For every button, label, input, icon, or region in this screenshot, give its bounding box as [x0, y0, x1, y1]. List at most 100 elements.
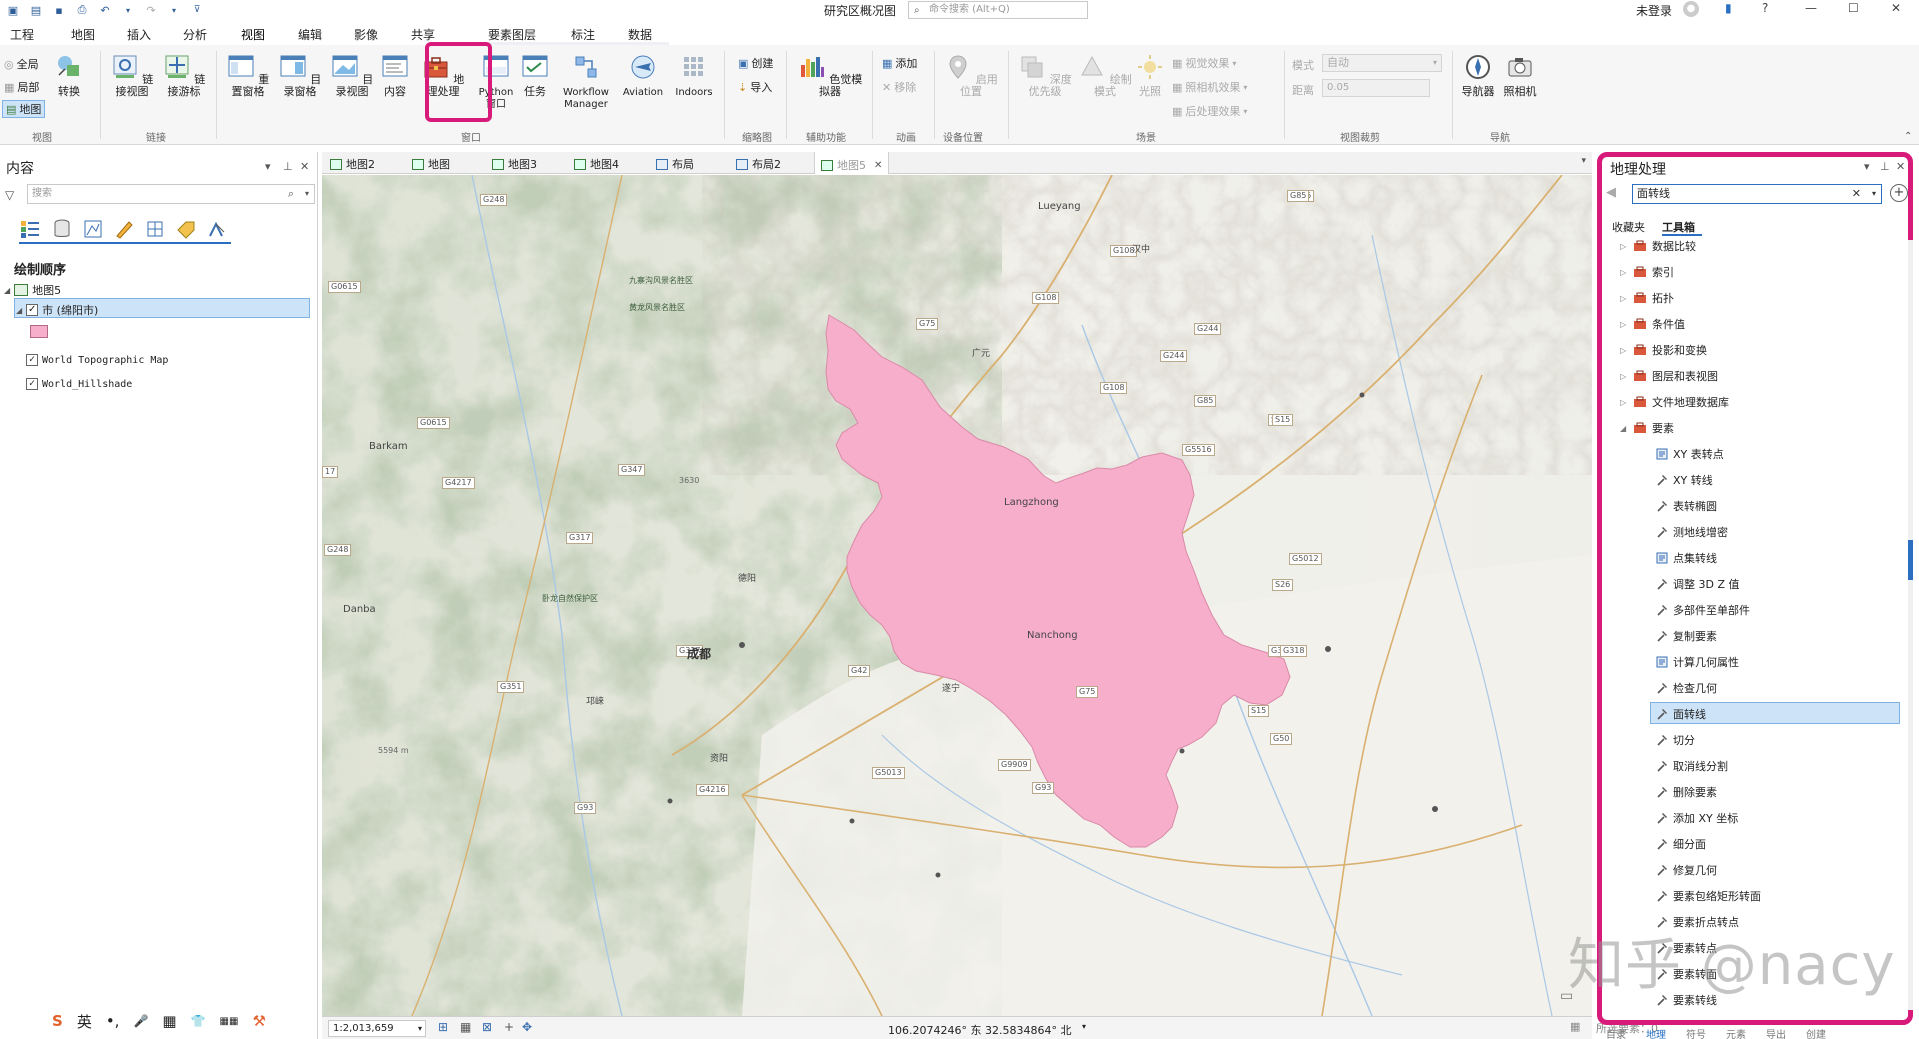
list-by-drawing-order-icon[interactable]: [19, 218, 41, 240]
tab-favorites[interactable]: 收藏夹: [1612, 219, 1645, 235]
tool-item[interactable]: 复制要素: [1656, 628, 1717, 644]
tab-map2[interactable]: 地图2: [330, 156, 375, 172]
sign-in-status[interactable]: 未登录: [1636, 2, 1672, 19]
tab-layout[interactable]: 布局: [656, 156, 694, 172]
layer-visibility-checkbox[interactable]: ✓: [26, 354, 38, 366]
catalog-view-button[interactable]: 目录视图: [326, 53, 378, 98]
catalog-pane-button[interactable]: 目录窗格: [274, 53, 326, 98]
fixed-zoom-icon[interactable]: ⊞: [438, 1020, 448, 1034]
tab-insert[interactable]: 插入: [127, 26, 151, 43]
list-by-labeling-icon[interactable]: [175, 218, 197, 240]
enable-location-button[interactable]: 启用位置: [940, 53, 1002, 98]
convert-button[interactable]: 转换: [52, 53, 86, 98]
tool-item[interactable]: 细分面: [1656, 836, 1706, 852]
post-processing-button[interactable]: ▦ 后处理效果 ▾: [1172, 103, 1247, 119]
pan-icon[interactable]: ✥: [522, 1020, 532, 1034]
toolbox-item[interactable]: ▷ 投影和变换: [1620, 342, 1707, 358]
toolbox-item[interactable]: ▷ 索引: [1620, 264, 1674, 280]
expand-arrow-icon[interactable]: ▷: [1620, 268, 1628, 277]
aviation-button[interactable]: Aviation: [618, 53, 668, 99]
undo-icon[interactable]: ↶: [98, 4, 112, 17]
maximize-icon[interactable]: ☐: [1848, 1, 1859, 15]
expand-arrow-icon[interactable]: ▷: [1620, 320, 1628, 329]
minimize-icon[interactable]: —: [1805, 1, 1817, 15]
new-project-icon[interactable]: ▣: [6, 4, 20, 17]
contents-button[interactable]: 内容: [378, 53, 412, 98]
pin-icon[interactable]: ⊥: [283, 160, 293, 173]
global-view-button[interactable]: ◎ 全局: [4, 56, 39, 72]
grid-icon[interactable]: ▦: [460, 1020, 471, 1034]
contents-search-input[interactable]: 搜索 ⌕ ▾: [27, 184, 315, 204]
tool-item[interactable]: XY 表转点: [1656, 446, 1724, 462]
toolbox-item[interactable]: ▷ 条件值: [1620, 316, 1685, 332]
tab-project[interactable]: 工程: [10, 26, 34, 43]
tab-toolboxes[interactable]: 工具箱: [1662, 219, 1695, 235]
layer-world-topographic[interactable]: ✓ World Topographic Map: [26, 354, 168, 366]
workflow-manager-button[interactable]: Workflow Manager: [556, 53, 616, 111]
tool-item[interactable]: 检查几何: [1656, 680, 1717, 696]
tool-item[interactable]: 点集转线: [1656, 550, 1717, 566]
tab-overflow-icon[interactable]: ▾: [1581, 156, 1586, 166]
tool-item[interactable]: 删除要素: [1656, 784, 1717, 800]
toolbox-grid-icon[interactable]: ▦▦: [220, 1016, 239, 1027]
pane-options-icon[interactable]: ▾: [1864, 160, 1870, 173]
create-thumbnail-button[interactable]: ▣ 创建: [738, 55, 773, 71]
sogou-logo-icon[interactable]: S: [52, 1012, 63, 1030]
lighting-button[interactable]: 光照: [1134, 53, 1166, 98]
layer-visibility-checkbox[interactable]: ✓: [26, 378, 38, 390]
visual-effects-button[interactable]: ▦ 视觉效果 ▾: [1172, 55, 1236, 71]
tool-search-input[interactable]: 面转线 ✕ ▾: [1632, 184, 1882, 204]
tool-item[interactable]: 取消线分割: [1656, 758, 1728, 774]
depth-priority-button[interactable]: 深度优先级: [1014, 53, 1076, 98]
scrollbar[interactable]: [1908, 240, 1913, 1010]
tab-analysis[interactable]: 分析: [183, 26, 207, 43]
clear-search-icon[interactable]: ✕: [1852, 185, 1861, 203]
expand-arrow-icon[interactable]: ▷: [1620, 398, 1628, 407]
indoors-button[interactable]: Indoors: [670, 53, 718, 99]
distance-input[interactable]: 0.05: [1322, 79, 1430, 97]
expand-arrow-icon[interactable]: ▷: [1620, 294, 1628, 303]
mode-select[interactable]: 自动 ▾: [1322, 54, 1442, 72]
navigator-button[interactable]: 导航器: [1458, 53, 1498, 98]
tool-item[interactable]: 调整 3D Z 值: [1656, 576, 1740, 592]
close-icon[interactable]: ✕: [1891, 1, 1901, 15]
toolbox-item[interactable]: ▷ 数据比较: [1620, 238, 1696, 254]
bottom-tab-export[interactable]: 导出: [1766, 1026, 1786, 1039]
help-icon[interactable]: ?: [1762, 1, 1768, 15]
tab-map1[interactable]: 地图: [412, 156, 450, 172]
polygon-symbol-swatch[interactable]: [30, 325, 48, 338]
reset-panes-button[interactable]: 重置窗格: [222, 53, 274, 98]
tab-labeling[interactable]: 标注: [571, 26, 595, 43]
tab-map4[interactable]: 地图4: [574, 156, 619, 172]
tool-item[interactable]: 切分: [1656, 732, 1695, 748]
avatar-icon[interactable]: ●: [1683, 1, 1699, 17]
tab-map3[interactable]: 地图3: [492, 156, 537, 172]
tab-imagery[interactable]: 影像: [354, 26, 378, 43]
tool-item[interactable]: 要素包络矩形转面: [1656, 888, 1761, 904]
layer-visibility-checkbox[interactable]: ✓: [26, 304, 39, 316]
bottom-tab-geoprocessing[interactable]: 地理: [1646, 1026, 1666, 1039]
add-keyframe-button[interactable]: ▦ 添加: [882, 55, 917, 71]
scale-select[interactable]: 1:2,013,659 ▾: [328, 1020, 426, 1037]
bottom-tab-catalog[interactable]: 目录: [1606, 1026, 1626, 1039]
tab-layout2[interactable]: 布局2: [736, 156, 781, 172]
map-view[interactable]: G248 G0615 G0615 G4217 G347 G317 G248 G351 G317 G…: [322, 175, 1592, 1016]
tool-item[interactable]: 修复几何: [1656, 862, 1717, 878]
camera-button[interactable]: 照相机: [1500, 53, 1540, 98]
customize-icon[interactable]: ⊽: [190, 4, 204, 17]
skin-icon[interactable]: 👕: [191, 1014, 206, 1028]
tab-map5[interactable]: 地图5 ✕: [814, 152, 890, 174]
bottom-tab-symbology[interactable]: 符号: [1686, 1026, 1706, 1039]
tab-feature-layer[interactable]: 要素图层: [488, 26, 536, 43]
close-pane-icon[interactable]: ✕: [1896, 160, 1905, 173]
scrollbar-thumb[interactable]: [1908, 540, 1913, 580]
ime-language-toggle[interactable]: 英: [77, 1011, 92, 1032]
print-icon[interactable]: ⎙: [75, 3, 89, 17]
tool-item[interactable]: 计算几何属性: [1656, 654, 1739, 670]
link-cursor-button[interactable]: 链接游标: [158, 53, 210, 98]
remove-keyframe-button[interactable]: ✕ 移除: [882, 79, 916, 95]
expand-arrow-icon[interactable]: ◢: [16, 306, 22, 315]
list-by-source-icon[interactable]: [51, 218, 73, 240]
expand-arrow-icon[interactable]: ◢: [1620, 424, 1628, 433]
close-pane-icon[interactable]: ✕: [300, 160, 309, 173]
